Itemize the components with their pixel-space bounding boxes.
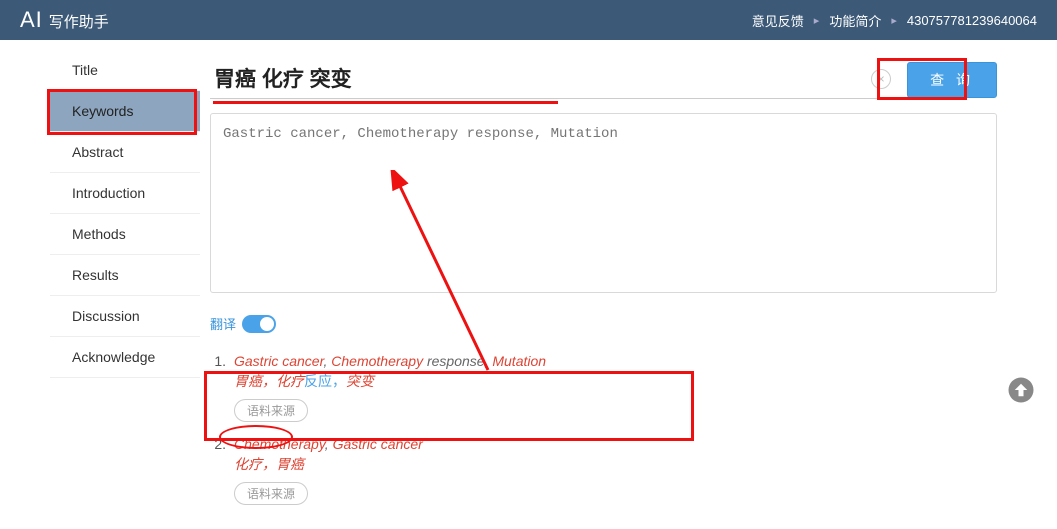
sidebar-item-title[interactable]: Title <box>50 50 200 91</box>
translate-row: 翻译 <box>210 314 997 333</box>
nav-separator: ▸ <box>814 14 820 27</box>
logo-ai: AI <box>20 7 43 33</box>
features-link[interactable]: 功能简介 <box>829 11 881 30</box>
feedback-link[interactable]: 意见反馈 <box>752 11 804 30</box>
sidebar-item-methods[interactable]: Methods <box>50 214 200 255</box>
source-pill[interactable]: 语料来源 <box>234 399 308 422</box>
sidebar-item-acknowledge[interactable]: Acknowledge <box>50 337 200 378</box>
result-number: 2. <box>210 436 226 505</box>
result-item: 1. Gastric cancer, Chemotherapy response,… <box>210 353 997 422</box>
clear-icon[interactable]: × <box>871 69 891 89</box>
arrow-up-icon <box>1006 375 1036 405</box>
result-english: Chemotherapy, Gastric cancer <box>234 436 997 452</box>
query-button[interactable]: 查 询 <box>907 62 997 98</box>
scroll-top-button[interactable] <box>1003 372 1039 408</box>
result-chinese: 化疗，胃癌 <box>234 454 997 474</box>
user-id[interactable]: 430757781239640064 <box>907 13 1037 28</box>
search-input[interactable] <box>210 60 897 98</box>
sidebar-item-introduction[interactable]: Introduction <box>50 173 200 214</box>
result-number: 1. <box>210 353 226 422</box>
search-input-wrap: × <box>210 60 897 99</box>
search-row: × 查 询 <box>210 60 997 99</box>
sidebar-item-discussion[interactable]: Discussion <box>50 296 200 337</box>
logo-text: 写作助手 <box>49 11 109 32</box>
main-panel: × 查 询 翻译 1. Gastric cancer, Chemotherapy … <box>200 50 1057 529</box>
topbar: AI 写作助手 意见反馈 ▸ 功能简介 ▸ 430757781239640064 <box>0 0 1057 40</box>
source-pill[interactable]: 语料来源 <box>234 482 308 505</box>
sidebar: TitleKeywordsAbstractIntroductionMethods… <box>0 50 200 529</box>
sidebar-item-keywords[interactable]: Keywords <box>50 91 200 132</box>
nav-separator: ▸ <box>891 14 897 27</box>
result-item: 2. Chemotherapy, Gastric cancer 化疗，胃癌语料来源 <box>210 436 997 505</box>
results-list: 1. Gastric cancer, Chemotherapy response,… <box>210 353 997 505</box>
translate-label: 翻译 <box>210 314 236 333</box>
logo: AI 写作助手 <box>20 7 109 33</box>
results-textarea[interactable] <box>210 113 997 293</box>
result-body: Chemotherapy, Gastric cancer 化疗，胃癌语料来源 <box>234 436 997 505</box>
translate-toggle[interactable] <box>242 315 276 333</box>
result-body: Gastric cancer, Chemotherapy response, M… <box>234 353 997 422</box>
sidebar-item-abstract[interactable]: Abstract <box>50 132 200 173</box>
top-right-nav: 意见反馈 ▸ 功能简介 ▸ 430757781239640064 <box>752 11 1037 30</box>
sidebar-item-results[interactable]: Results <box>50 255 200 296</box>
result-english: Gastric cancer, Chemotherapy response, M… <box>234 353 997 369</box>
result-chinese: 胃癌，化疗反应，突变 <box>234 371 997 391</box>
